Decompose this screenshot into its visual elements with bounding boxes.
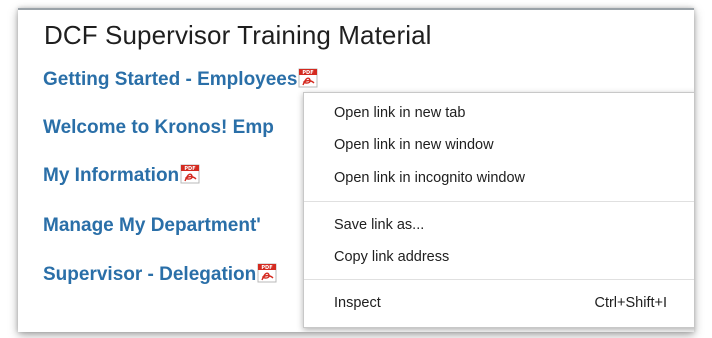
menu-item-label: Open link in incognito window: [334, 170, 526, 186]
menu-item-label: Save link as...: [334, 217, 425, 233]
menu-item-shortcut: Ctrl+Shift+I: [594, 295, 667, 311]
link-getting-started-employees[interactable]: Getting Started - Employees PDF: [43, 68, 318, 91]
pdf-icon: PDF: [180, 164, 200, 184]
menu-item-save-link-as[interactable]: Save link as...: [304, 210, 694, 240]
menu-separator: [304, 279, 694, 280]
menu-item-copy-link-address[interactable]: Copy link address: [304, 242, 694, 272]
link-manage-my-department[interactable]: Manage My Department': [43, 215, 261, 237]
pdf-icon: PDF: [257, 263, 277, 283]
menu-item-open-new-window[interactable]: Open link in new window: [304, 130, 694, 160]
menu-item-open-incognito[interactable]: Open link in incognito window: [304, 163, 694, 193]
svg-text:PDF: PDF: [303, 70, 314, 76]
page-title: DCF Supervisor Training Material: [44, 20, 432, 50]
page-frame: DCF Supervisor Training Material Getting…: [18, 8, 694, 332]
link-label: Getting Started - Employees: [43, 69, 298, 90]
link-supervisor-delegation[interactable]: Supervisor - Delegation PDF: [43, 263, 277, 286]
context-menu: Open link in new tab Open link in new wi…: [303, 92, 694, 328]
menu-item-label: Copy link address: [334, 249, 450, 265]
link-welcome-to-kronos[interactable]: Welcome to Kronos! Emp: [43, 117, 274, 139]
svg-text:PDF: PDF: [185, 166, 196, 172]
link-my-information[interactable]: My Information PDF: [43, 164, 200, 187]
link-label: My Information: [43, 165, 180, 186]
menu-item-open-new-tab[interactable]: Open link in new tab: [304, 98, 694, 128]
link-label: Supervisor - Delegation: [43, 264, 257, 285]
svg-text:PDF: PDF: [262, 265, 273, 271]
menu-separator: [304, 201, 694, 202]
link-label: Manage My Department': [43, 215, 261, 236]
menu-item-label: Inspect: [334, 295, 381, 311]
pdf-icon: PDF: [298, 68, 318, 88]
menu-item-label: Open link in new window: [334, 137, 494, 153]
menu-item-inspect[interactable]: Inspect Ctrl+Shift+I: [304, 288, 694, 318]
link-label: Welcome to Kronos! Emp: [43, 117, 274, 138]
menu-item-label: Open link in new tab: [334, 105, 466, 121]
